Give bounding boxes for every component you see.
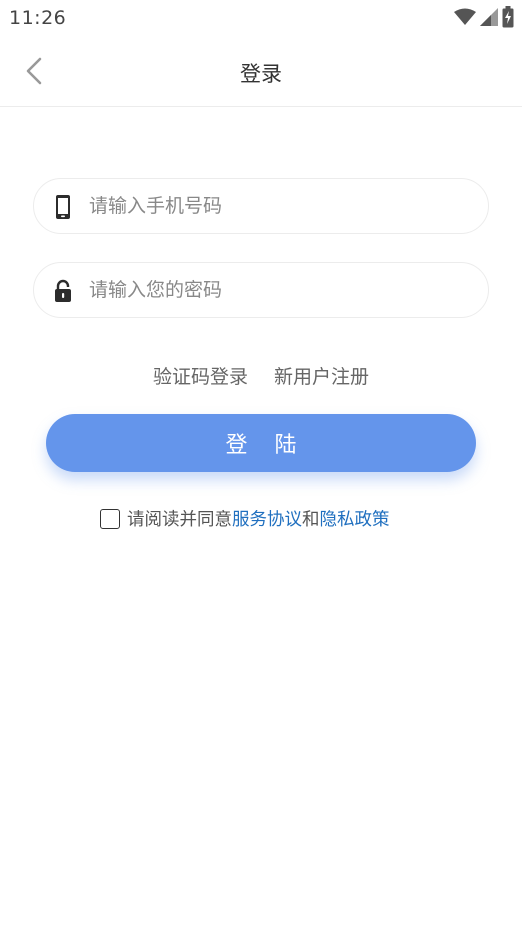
password-field[interactable] [33,262,489,318]
agreement-prefix: 请阅读并同意 [127,510,232,530]
signal-icon [480,8,498,26]
agreement-row: 请阅读并同意 服务协议 和 隐私政策 [100,506,390,531]
header: 登录 [0,36,522,107]
service-agreement-link[interactable]: 服务协议 [232,506,302,531]
login-button[interactable]: 登 陆 [46,414,476,472]
login-options: 验证码登录 新用户注册 [0,362,522,389]
agreement-conjunction: 和 [302,510,320,530]
lock-icon [55,279,71,302]
status-bar: 11:26 [0,0,522,36]
password-input[interactable] [89,263,469,317]
mobile-phone-icon [56,195,70,219]
wifi-icon [454,8,476,25]
register-link[interactable]: 新用户注册 [274,362,369,389]
code-login-link[interactable]: 验证码登录 [153,362,248,389]
battery-icon [502,6,514,28]
page-title: 登录 [240,62,282,86]
privacy-policy-link[interactable]: 隐私政策 [320,506,390,531]
agreement-checkbox[interactable] [100,508,120,529]
status-time: 11:26 [9,7,67,29]
phone-input[interactable] [89,179,469,233]
status-icons [454,6,514,28]
phone-field[interactable] [33,178,489,234]
